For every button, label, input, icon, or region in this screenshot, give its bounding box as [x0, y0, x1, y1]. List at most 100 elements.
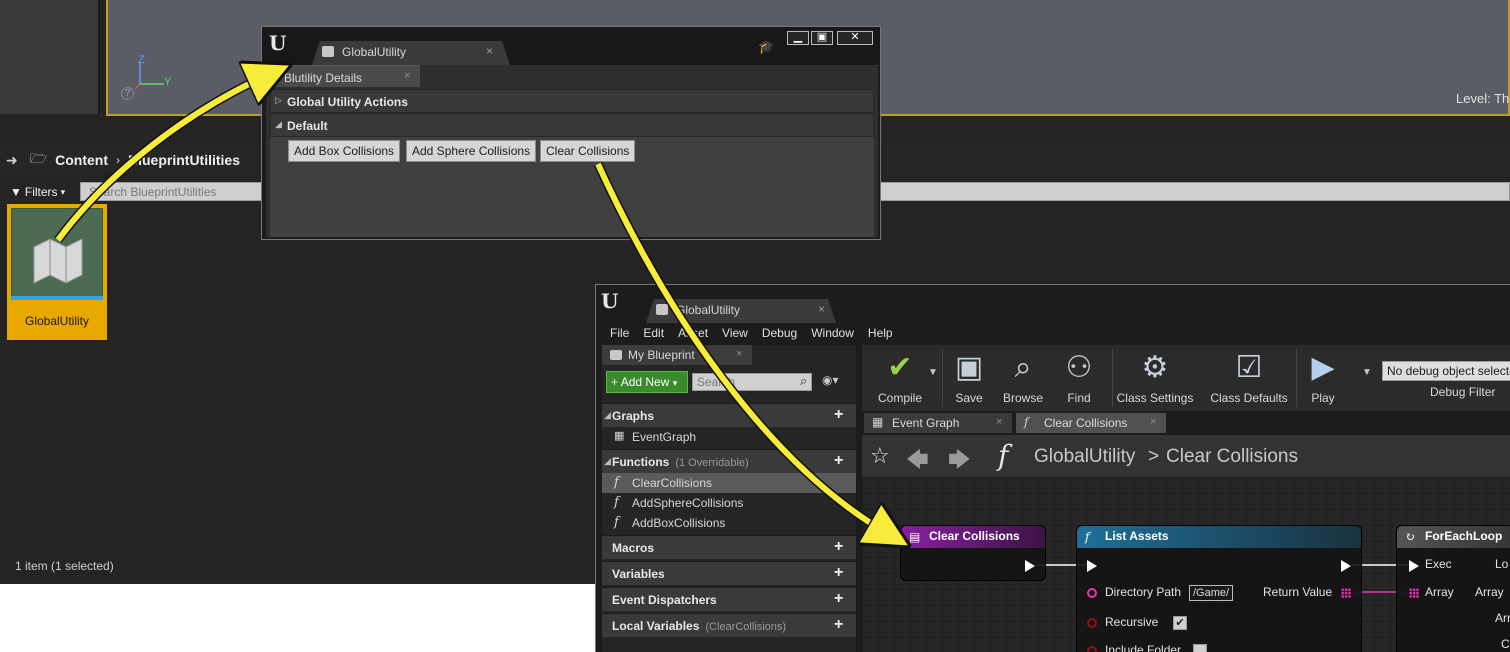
- blueprint-toolbar: ✔ Compile ▼ ▣ Save ⌕ Browse ⚇ Find ⚙ Cla…: [862, 345, 1510, 411]
- category-event-dispatchers[interactable]: Event Dispatchers +: [602, 587, 856, 611]
- add-macro-button[interactable]: +: [834, 538, 843, 556]
- help-icon[interactable]: ?: [121, 87, 134, 100]
- class-settings-button[interactable]: ⚙ Class Settings: [1110, 347, 1200, 407]
- breadcrumb-blueprint[interactable]: GlobalUtility: [1034, 446, 1135, 468]
- tab-label: GlobalUtility: [342, 45, 407, 59]
- exec-in-pin[interactable]: [1409, 560, 1419, 572]
- breadcrumb-blueprint-utilities[interactable]: BlueprintUtilities: [128, 152, 240, 168]
- compile-button[interactable]: ✔ Compile: [862, 347, 938, 407]
- eye-icon[interactable]: ◉▾: [822, 373, 839, 387]
- tab-close-button[interactable]: ×: [818, 302, 825, 316]
- pin-label: Lo: [1495, 557, 1509, 571]
- add-sphere-collisions-button[interactable]: Add Sphere Collisions: [406, 140, 537, 162]
- directory-path-input[interactable]: /Game/: [1189, 585, 1234, 601]
- add-graph-button[interactable]: +: [834, 406, 843, 424]
- tree-item-label: AddBoxCollisions: [632, 516, 726, 530]
- add-function-button[interactable]: +: [834, 452, 843, 470]
- menu-asset[interactable]: Asset: [678, 326, 708, 340]
- graph-canvas[interactable]: ▤ Clear Collisions f List Assets Directo…: [862, 477, 1510, 652]
- exec-in-pin[interactable]: [1087, 560, 1097, 572]
- graduation-cap-icon[interactable]: 🎓: [758, 39, 774, 55]
- clear-collisions-button[interactable]: Clear Collisions: [540, 140, 636, 162]
- tab-close-button[interactable]: ×: [486, 44, 493, 58]
- array-in-pin[interactable]: [1409, 588, 1419, 598]
- tree-item-eventgraph[interactable]: ▦ EventGraph: [602, 427, 856, 447]
- debug-object-select[interactable]: No debug object selected: [1382, 361, 1510, 381]
- play-options-caret-icon[interactable]: ▼: [1362, 367, 1372, 378]
- section-global-utility-actions[interactable]: ▷ Global Utility Actions: [270, 89, 874, 113]
- category-functions[interactable]: ◢ Functions (1 Overridable) +: [602, 449, 856, 473]
- add-local-variable-button[interactable]: +: [834, 616, 843, 634]
- function-icon: f: [614, 475, 619, 490]
- forward-arrow-icon[interactable]: ➜: [6, 152, 18, 169]
- node-clear-collisions-entry[interactable]: ▤ Clear Collisions: [900, 525, 1046, 581]
- tab-close-button[interactable]: ×: [996, 416, 1002, 428]
- include-folder-pin[interactable]: [1087, 646, 1097, 652]
- add-box-collisions-button[interactable]: Add Box Collisions: [288, 140, 401, 162]
- subtab-close-button[interactable]: ×: [404, 70, 410, 82]
- recursive-checkbox[interactable]: ✔: [1173, 616, 1187, 630]
- blueprint-editor-window: U GlobalUtility × File Edit Asset View D…: [595, 284, 1510, 652]
- tab-close-button[interactable]: ×: [1150, 416, 1156, 428]
- return-value-array-pin[interactable]: [1341, 588, 1351, 598]
- maximize-button[interactable]: ▣: [811, 31, 833, 45]
- close-window-button[interactable]: ✕: [837, 31, 873, 45]
- node-title: List Assets: [1105, 529, 1169, 543]
- breadcrumb-function[interactable]: Clear Collisions: [1166, 446, 1298, 468]
- menu-help[interactable]: Help: [868, 326, 893, 340]
- triangle-down-icon: ◢: [604, 410, 611, 420]
- menu-file[interactable]: File: [610, 326, 629, 340]
- menu-debug[interactable]: Debug: [762, 326, 797, 340]
- category-macros[interactable]: Macros +: [602, 535, 856, 559]
- tab-close-button[interactable]: ×: [736, 348, 742, 360]
- recursive-pin[interactable]: [1087, 618, 1097, 628]
- tab-label: Event Graph: [892, 416, 960, 430]
- star-icon[interactable]: ☆: [870, 443, 890, 469]
- tree-item-clear-collisions[interactable]: f ClearCollisions: [602, 473, 856, 493]
- add-variable-button[interactable]: +: [834, 564, 843, 582]
- forward-arrow-icon[interactable]: 🡆: [948, 443, 971, 481]
- menu-edit[interactable]: Edit: [643, 326, 664, 340]
- minimize-button[interactable]: ▁: [787, 31, 809, 45]
- add-dispatcher-button[interactable]: +: [834, 590, 843, 608]
- exec-out-pin[interactable]: [1341, 560, 1351, 572]
- section-default[interactable]: ◢ Default: [270, 113, 874, 137]
- node-list-assets[interactable]: f List Assets Directory Path /Game/ Retu…: [1076, 525, 1362, 652]
- tree-item-add-sphere-collisions[interactable]: f AddSphereCollisions: [602, 493, 856, 513]
- breadcrumb-separator: ›: [116, 153, 120, 167]
- directory-path-pin[interactable]: [1087, 588, 1097, 598]
- add-new-button[interactable]: + Add New ▾: [606, 371, 688, 393]
- category-label: Event Dispatchers: [612, 593, 717, 607]
- tab-my-blueprint[interactable]: My Blueprint ×: [602, 345, 752, 365]
- tree-item-add-box-collisions[interactable]: f AddBoxCollisions: [602, 513, 856, 533]
- include-folder-checkbox[interactable]: [1193, 644, 1207, 652]
- tab-clear-collisions[interactable]: f Clear Collisions ×: [1016, 413, 1166, 433]
- function-icon: f: [614, 495, 619, 510]
- node-for-each-loop[interactable]: ↻ ForEachLoop Exec Array Lo Array Arr C: [1396, 525, 1510, 652]
- back-arrow-icon[interactable]: 🡄: [906, 443, 929, 481]
- tab-label: GlobalUtility: [676, 303, 741, 317]
- play-button[interactable]: ▶ Play: [1292, 347, 1354, 407]
- pin-label: Return Value: [1263, 585, 1333, 599]
- pin-label: Include Folder: [1105, 643, 1182, 652]
- filters-button[interactable]: ▼ Filters ▾: [10, 182, 65, 202]
- node-header: f List Assets: [1077, 526, 1361, 548]
- menu-view[interactable]: View: [722, 326, 748, 340]
- find-button[interactable]: ⚇ Find: [1044, 347, 1114, 407]
- breadcrumb-content[interactable]: Content: [55, 152, 108, 168]
- category-local-variables[interactable]: Local Variables (ClearCollisions) +: [602, 613, 856, 637]
- menu-window[interactable]: Window: [811, 326, 854, 340]
- asset-tile-global-utility[interactable]: GlobalUtility: [7, 204, 107, 340]
- category-variables[interactable]: Variables +: [602, 561, 856, 585]
- tab-label: My Blueprint: [628, 348, 695, 362]
- tool-label: Compile: [877, 391, 922, 405]
- tab-blutility-details[interactable]: Blutility Details ×: [266, 65, 420, 87]
- my-blueprint-search-input[interactable]: Search: [692, 373, 812, 391]
- tree-item-label: AddSphereCollisions: [632, 496, 744, 510]
- tab-global-utility[interactable]: [646, 299, 836, 323]
- category-graphs[interactable]: ◢ Graphs +: [602, 403, 856, 427]
- tree-item-label: ClearCollisions: [632, 476, 713, 490]
- class-defaults-button[interactable]: ☑ Class Defaults: [1204, 347, 1294, 407]
- exec-out-pin[interactable]: [1025, 560, 1035, 572]
- tab-event-graph[interactable]: ▦ Event Graph ×: [864, 413, 1012, 433]
